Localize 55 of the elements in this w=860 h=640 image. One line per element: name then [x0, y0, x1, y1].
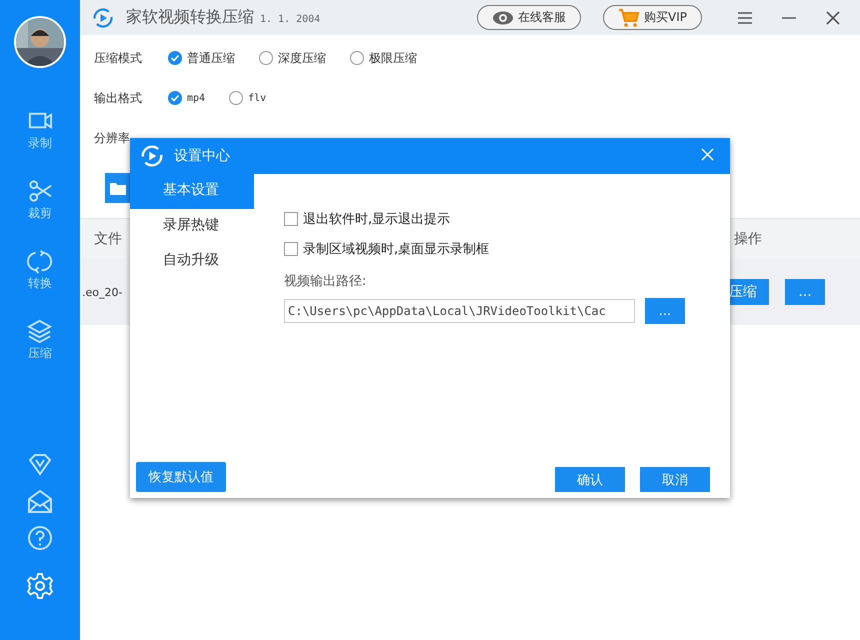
help-icon[interactable] [26, 524, 54, 552]
field-label: 压缩模式 [94, 50, 143, 66]
radio-button[interactable] [350, 51, 364, 65]
refresh-icon [27, 248, 53, 274]
scissors-icon [27, 178, 53, 204]
logo-icon [140, 144, 164, 168]
dialog-title: 设置中心 [174, 147, 230, 165]
folder-icon [110, 182, 126, 194]
confirm-button[interactable]: 确认 [555, 467, 625, 492]
option-label: 普通压缩 [187, 50, 235, 66]
nav-tab[interactable]: 录屏热键 [130, 209, 254, 244]
file-name: .eo_20- [82, 286, 122, 298]
pill-button[interactable]: 购买VIP [603, 5, 702, 30]
cancel-button[interactable]: 取消 [640, 467, 710, 492]
radio-button[interactable] [229, 91, 244, 105]
window-title: 家软视频转换压缩 [126, 7, 254, 28]
version-label: 1. 1. 2004 [260, 14, 320, 25]
mail-icon[interactable] [26, 488, 54, 516]
sidebar-item[interactable]: 压缩 [27, 318, 53, 388]
column-header: 操作 [734, 230, 762, 248]
checkbox-label: 退出软件时,显示退出提示 [303, 211, 450, 228]
nav-tab[interactable]: 基本设置 [130, 174, 254, 209]
radio-button[interactable] [168, 51, 182, 65]
check-icon [170, 93, 180, 103]
column-header: 文件 [94, 230, 122, 248]
close-icon[interactable] [826, 10, 840, 24]
minimize-icon[interactable] [782, 16, 796, 20]
option-label: flv [248, 92, 266, 104]
option-label: mp4 [187, 92, 206, 104]
sidebar-item[interactable]: 转换 [27, 248, 53, 318]
option-label: 极限压缩 [369, 50, 417, 66]
checkbox-label: 录制区域视频时,桌面显示录制框 [303, 241, 490, 258]
pill-button[interactable]: 在线客服 [477, 5, 582, 30]
checkbox[interactable] [284, 212, 298, 226]
browse-button[interactable]: ... [645, 298, 685, 324]
path-field[interactable]: C:\Users\pc\AppData\Local\JRVideoToolkit\Cac [284, 299, 635, 323]
sidebar-item[interactable]: 录制 [27, 108, 53, 178]
nav-tab[interactable]: 自动升级 [130, 244, 254, 279]
sidebar-item[interactable]: 裁剪 [27, 178, 53, 248]
field-label: 输出格式 [94, 90, 143, 106]
path-label: 视频输出路径: [284, 273, 368, 291]
radio-button[interactable] [259, 51, 273, 65]
layers-icon [27, 318, 53, 344]
checkbox[interactable] [284, 242, 298, 256]
more-button[interactable]: ... [785, 279, 825, 305]
field-label: 分辨率 [94, 130, 131, 146]
settings-icon[interactable] [26, 572, 54, 600]
reset-button[interactable]: 恢复默认值 [136, 462, 226, 492]
radio-button[interactable] [168, 91, 182, 105]
menu-icon[interactable] [738, 12, 752, 24]
check-icon [170, 53, 180, 63]
option-label: 深度压缩 [278, 50, 326, 66]
folder-button[interactable] [105, 173, 131, 203]
logo-icon [92, 6, 114, 28]
cart-icon [618, 8, 640, 28]
